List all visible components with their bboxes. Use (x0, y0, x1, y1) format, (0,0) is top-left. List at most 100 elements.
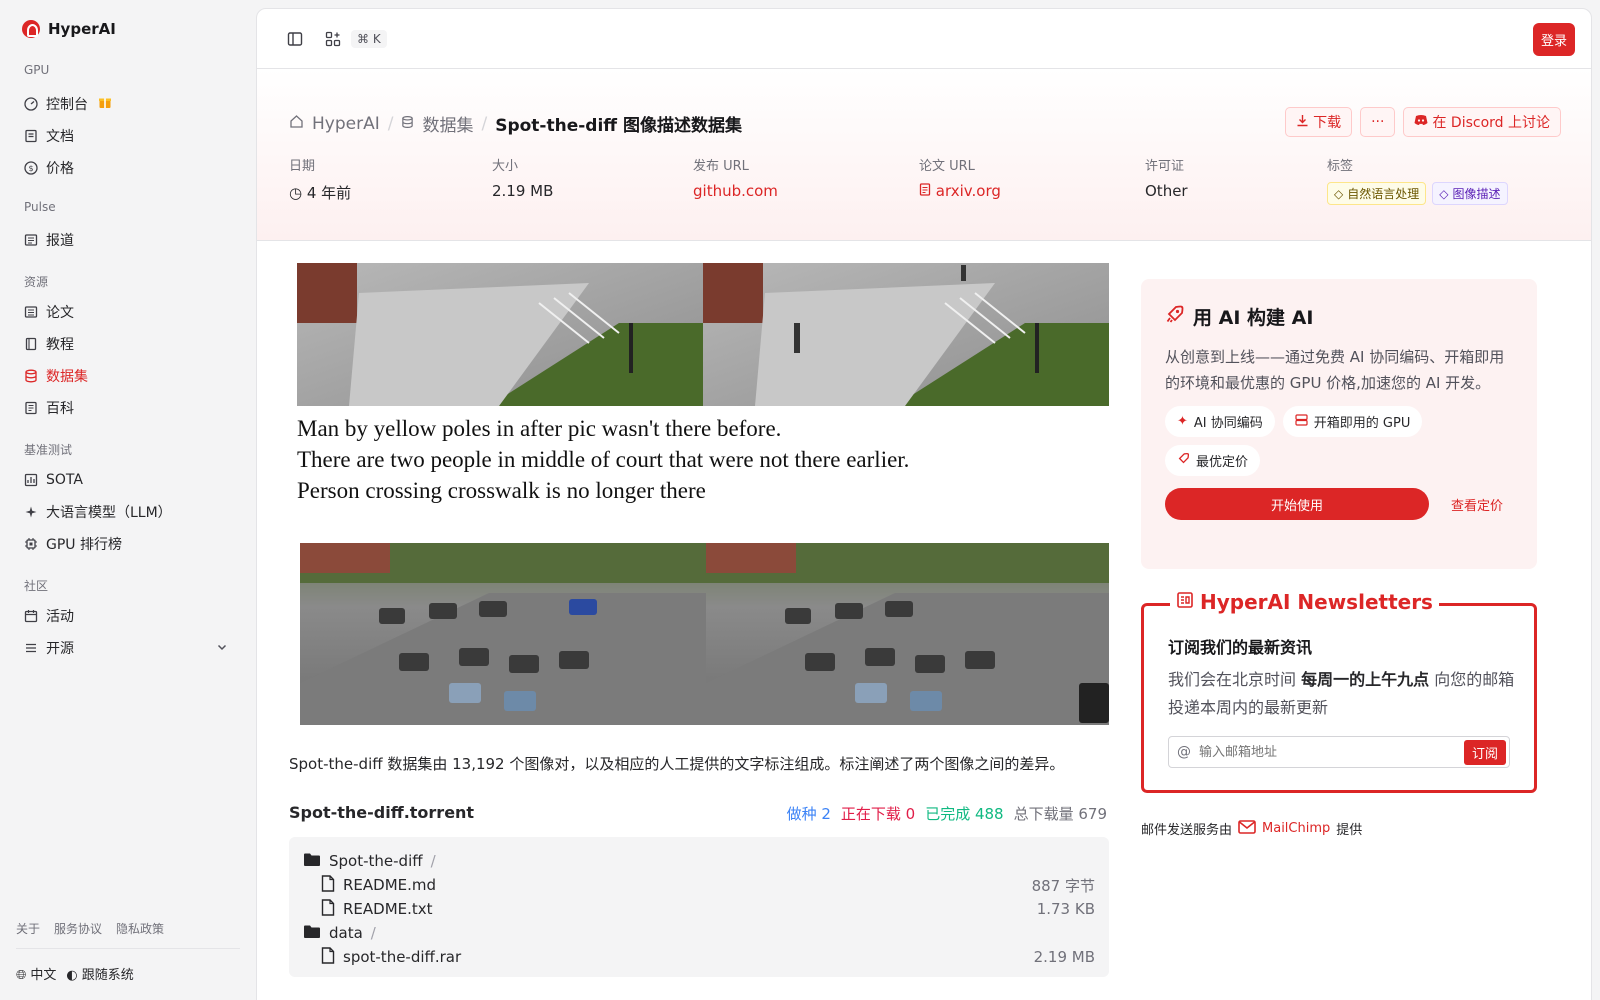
chevron-down-icon[interactable] (216, 641, 228, 656)
topbar: ⌘ K 登录 (257, 9, 1591, 69)
sidebar-item-opensource[interactable]: 开源 (16, 633, 240, 663)
promo-features: ✦ AI 协同编码 开箱即用的 GPU 最优定价 (1165, 406, 1513, 476)
feature-chip: ✦ AI 协同编码 (1165, 406, 1275, 437)
footer-link-privacy[interactable]: 隐私政策 (116, 920, 164, 937)
subscribe-button[interactable]: 订阅 (1463, 739, 1506, 765)
meta-size-label: 大小 (492, 159, 519, 174)
sidebar-item-pricing[interactable]: $ 价格 (16, 153, 240, 183)
sidebar-item-docs[interactable]: 文档 (16, 121, 240, 151)
file-row[interactable]: data / (303, 921, 1095, 945)
before-image-bottom (300, 543, 706, 725)
meta-date-value-wrap: ◷ 4 年前 (289, 182, 351, 203)
meta-size-value: 2.19 MB (492, 182, 554, 200)
file-row[interactable]: Spot-the-diff / (303, 849, 1095, 873)
sidebar-item-gpu-leaderboard[interactable]: GPU 排行榜 (16, 529, 240, 559)
tag-label: 图像描述 (1452, 187, 1501, 201)
brand-name: HyperAI (48, 20, 116, 38)
email-input[interactable] (1199, 744, 1464, 760)
file-name: README.md (343, 876, 437, 894)
sidebar-item-label: 大语言模型（LLM） (46, 505, 172, 521)
encyclopedia-icon (24, 401, 38, 415)
tag-list: ◇ 自然语言处理 ◇ 图像描述 (1327, 182, 1514, 205)
sidebar-item-wiki[interactable]: 百科 (16, 393, 240, 423)
meta-license-label: 许可证 (1145, 159, 1185, 174)
mailchimp-link[interactable]: MailChimp (1262, 821, 1330, 836)
sidebar-item-label: 教程 (46, 337, 74, 353)
meta-date: 日期 ◷ 4 年前 (289, 155, 351, 203)
rocket-icon (1177, 452, 1190, 469)
command-menu-icon[interactable] (319, 25, 347, 53)
download-button[interactable]: 下载 (1285, 107, 1353, 137)
sidebar-item-events[interactable]: 活动 (16, 601, 240, 631)
sidebar-item-datasets[interactable]: 数据集 (16, 361, 240, 391)
meta-tags: 标签 ◇ 自然语言处理 ◇ 图像描述 (1327, 155, 1514, 205)
before-image-top (297, 263, 703, 406)
breadcrumb-home[interactable]: HyperAI (312, 114, 380, 134)
chart-icon (24, 473, 38, 487)
folder-icon (303, 852, 321, 871)
mail-by-post: 提供 (1336, 823, 1363, 838)
newsletter-legend-text: HyperAI Newsletters (1200, 590, 1433, 614)
sidebar-item-sota[interactable]: SOTA (16, 465, 240, 495)
promo-title-text: 用 AI 构建 AI (1193, 307, 1314, 329)
breadcrumb: HyperAI / 数据集 / Spot-the-diff 图像描述数据集 (289, 111, 742, 136)
newsletter-legend: HyperAI Newsletters (1170, 590, 1439, 614)
torrent-title[interactable]: Spot-the-diff.torrent (289, 803, 474, 822)
after-image-top (703, 263, 1109, 406)
footer-link-terms[interactable]: 服务协议 (54, 920, 102, 937)
dataset-preview-image: Man by yellow poles in after pic wasn't … (289, 263, 1109, 725)
sidebar-item-label: 价格 (46, 161, 74, 177)
brand[interactable]: HyperAI (22, 20, 116, 38)
language-switch[interactable]: 🌐︎ 中文 (16, 964, 56, 983)
newsletter-title: 订阅我们的最新资讯 (1168, 638, 1313, 657)
get-started-button[interactable]: 开始使用 (1165, 488, 1429, 520)
sidebar-item-label: 数据集 (46, 369, 88, 385)
more-button[interactable]: ··· (1360, 107, 1396, 137)
meta-date-label: 日期 (289, 159, 316, 174)
gauge-icon (24, 97, 38, 111)
dataset-description: Spot-the-diff 数据集由 13,192 个图像对，以及相应的人工提供… (289, 755, 1065, 773)
sidebar-item-label: 活动 (46, 609, 74, 625)
theme-icon: ◐ (66, 968, 78, 983)
mail-icon (1238, 819, 1256, 838)
home-icon (289, 114, 304, 134)
sidebar-item-label: 论文 (46, 305, 74, 321)
breadcrumb-section[interactable]: 数据集 (422, 111, 473, 136)
sidebar-toggle-icon[interactable] (281, 25, 309, 53)
sidebar-item-console[interactable]: 控制台 (16, 89, 240, 119)
hero-caption-1: Man by yellow poles in after pic wasn't … (297, 416, 781, 441)
file-row[interactable]: README.txt 1.73 KB (303, 897, 1095, 921)
theme-switch[interactable]: ◐ 跟随系统 (66, 964, 133, 983)
rocket-icon (1165, 304, 1185, 329)
sparkles-icon (24, 505, 38, 519)
sidebar-item-papers[interactable]: 论文 (16, 297, 240, 327)
book-icon (24, 337, 38, 351)
footer-link-about[interactable]: 关于 (16, 920, 40, 937)
cpu-icon (24, 537, 38, 551)
sidebar-item-news[interactable]: 报道 (16, 225, 240, 255)
file-row[interactable]: README.md 887 字节 (303, 873, 1095, 897)
paper-url-link[interactable]: arxiv.org (919, 182, 1001, 200)
meta-date-value: 4 年前 (306, 184, 352, 202)
clock-icon: ◷ (289, 184, 307, 202)
discord-icon (1414, 114, 1428, 130)
newsletter-body: 我们会在北京时间 每周一的上午九点 向您的邮箱投递本周内的最新更新 (1168, 666, 1518, 722)
sidebar-item-label: GPU 排行榜 (46, 537, 122, 553)
hyperai-logo-icon (22, 20, 40, 38)
sidebar-item-label: SOTA (46, 472, 83, 488)
sidebar-item-llm[interactable]: 大语言模型（LLM） (16, 497, 240, 527)
mail-provider-note: 邮件发送服务由 MailChimp 提供 (1141, 819, 1362, 838)
meta-license-value: Other (1145, 182, 1188, 200)
header-actions: 下载 ··· 在 Discord 上讨论 (1285, 107, 1561, 137)
file-row[interactable]: spot-the-diff.rar 2.19 MB (303, 945, 1095, 969)
language-label: 中文 (30, 968, 57, 983)
list-icon (24, 641, 38, 655)
sidebar-item-tutorials[interactable]: 教程 (16, 329, 240, 359)
page-title: Spot-the-diff 图像描述数据集 (495, 116, 742, 136)
tag-image-caption[interactable]: ◇ 图像描述 (1432, 182, 1508, 205)
login-button[interactable]: 登录 (1532, 23, 1575, 56)
release-url-link[interactable]: github.com (693, 182, 778, 200)
view-pricing-link[interactable]: 查看定价 (1451, 495, 1503, 514)
discord-button[interactable]: 在 Discord 上讨论 (1403, 107, 1561, 137)
tag-nlp[interactable]: ◇ 自然语言处理 (1327, 182, 1427, 205)
